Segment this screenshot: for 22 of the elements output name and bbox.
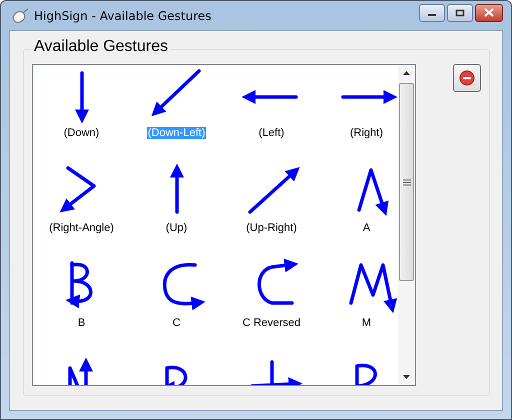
close-icon bbox=[483, 8, 495, 17]
vertical-scrollbar[interactable] bbox=[398, 65, 415, 385]
gesture-label[interactable]: C bbox=[172, 317, 182, 329]
gesture-label[interactable]: M bbox=[360, 317, 372, 329]
gesture-label[interactable]: (Right) bbox=[348, 127, 384, 139]
maximize-button[interactable] bbox=[447, 4, 473, 22]
scroll-thumb[interactable] bbox=[399, 83, 414, 281]
gesture-label[interactable]: (Right-Angle) bbox=[48, 222, 115, 234]
gesture-label[interactable]: A bbox=[362, 222, 372, 234]
maximize-icon bbox=[455, 8, 465, 16]
window-title: HighSign - Available Gestures bbox=[34, 8, 212, 22]
gesture-label[interactable]: (Up) bbox=[164, 222, 188, 234]
gesture-label[interactable]: C Reversed bbox=[241, 317, 302, 329]
gesture-label[interactable]: (Up-Right) bbox=[245, 222, 298, 234]
close-button[interactable] bbox=[475, 4, 503, 22]
mouse-icon bbox=[11, 8, 29, 24]
gesture-label[interactable]: (Left) bbox=[258, 127, 286, 139]
minus-circle-icon bbox=[459, 70, 475, 86]
gesture-label[interactable]: (Down) bbox=[62, 127, 100, 139]
remove-button[interactable] bbox=[453, 64, 481, 92]
minimize-button[interactable] bbox=[419, 4, 445, 22]
gesture-label[interactable]: B bbox=[76, 317, 86, 329]
